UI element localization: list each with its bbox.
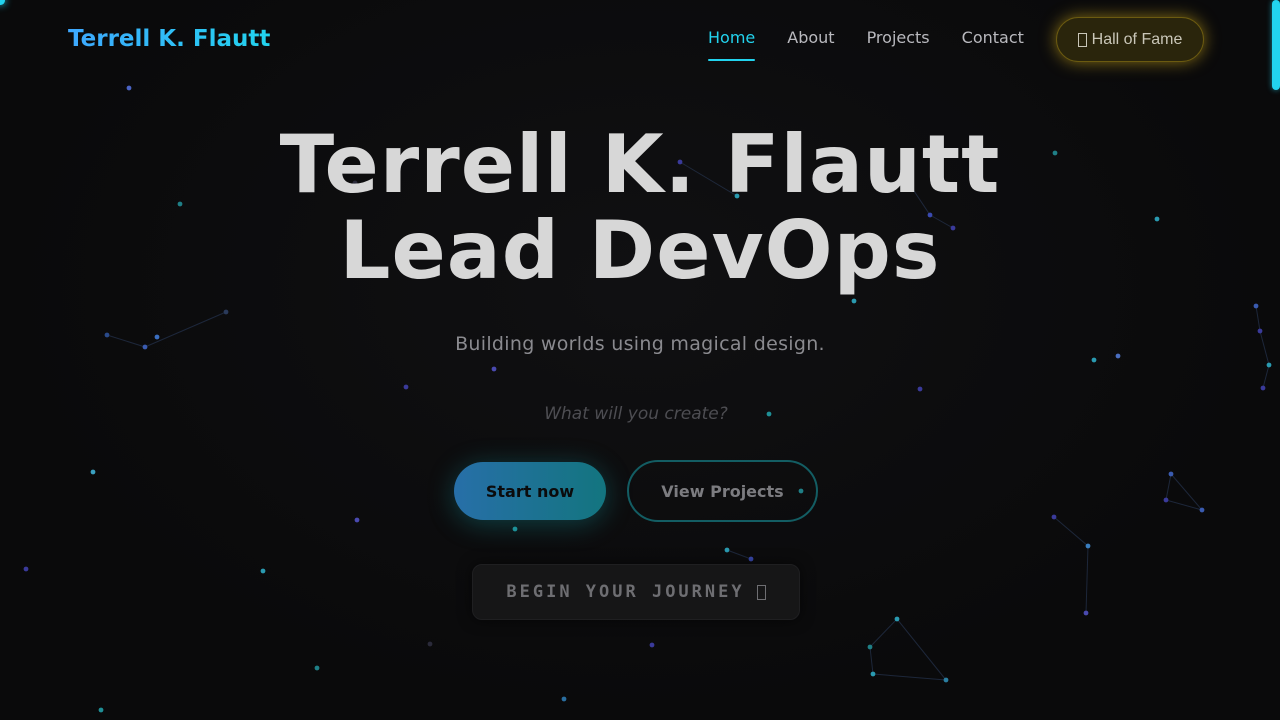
particle-dot — [491, 366, 497, 372]
particle-dot — [748, 556, 754, 562]
hero-title: Terrell K. Flautt Lead DevOps — [0, 122, 1280, 294]
particle-dot — [403, 384, 409, 390]
particle-dot — [90, 469, 96, 475]
particle-dot — [870, 671, 876, 677]
particle-dot — [1091, 357, 1097, 363]
particle-dot — [126, 85, 132, 91]
particle-dot — [1163, 497, 1169, 503]
nav-link-about[interactable]: About — [787, 28, 834, 48]
particle-dot — [1266, 362, 1272, 368]
hero-title-name: Terrell K. Flautt — [279, 118, 1001, 211]
particle-dot — [23, 566, 29, 572]
particle-link — [1165, 473, 1172, 501]
particle-dot — [894, 616, 900, 622]
sparkle-icon — [756, 584, 766, 600]
particle-dot — [649, 642, 655, 648]
hero-tagline: Building worlds using magical design. — [455, 333, 825, 355]
particle-link — [1053, 516, 1089, 547]
nav-link-projects[interactable]: Projects — [867, 28, 930, 48]
particle-dot — [314, 665, 320, 671]
particle-link — [1170, 473, 1203, 511]
particle-dot — [223, 309, 229, 315]
trophy-icon — [1077, 32, 1087, 47]
hero-title-role: Lead DevOps — [339, 204, 941, 297]
nav-link-home[interactable]: Home — [708, 28, 756, 61]
brand-logo[interactable]: Terrell K. Flautt — [68, 26, 270, 52]
view-projects-button[interactable]: View Projects — [627, 460, 818, 522]
scroll-progress-indicator[interactable] — [1272, 0, 1280, 90]
particle-link — [726, 549, 752, 560]
nav-link-contact[interactable]: Contact — [962, 28, 1024, 48]
particle-link — [869, 618, 898, 648]
particle-dot — [1085, 543, 1091, 549]
particle-link — [1165, 499, 1203, 511]
particle-link — [869, 646, 874, 675]
begin-journey-label: BEGIN YOUR JOURNEY — [506, 582, 745, 602]
particle-dot — [1199, 507, 1205, 513]
particle-dot — [1260, 385, 1266, 391]
particle-dot — [851, 298, 857, 304]
particle-dot — [1083, 610, 1089, 616]
particle-dot — [260, 568, 266, 574]
particle-dot — [1168, 471, 1174, 477]
particle-link — [1262, 364, 1270, 389]
particle-link — [896, 618, 947, 681]
main-nav: Home About Projects Contact — [708, 28, 1056, 61]
particle-link — [1085, 545, 1089, 614]
hall-of-fame-label: Hall of Fame — [1091, 30, 1183, 48]
particle-dot — [354, 517, 360, 523]
particle-dot — [867, 644, 873, 650]
start-now-button[interactable]: Start now — [454, 462, 606, 520]
page: Terrell K. Flautt Home About Projects Co… — [0, 0, 1280, 720]
particle-dot — [561, 696, 567, 702]
particle-dot — [512, 526, 518, 532]
particle-dot — [1051, 514, 1057, 520]
hall-of-fame-button[interactable]: Hall of Fame — [1056, 17, 1204, 62]
particle-dot — [917, 386, 923, 392]
particle-link — [872, 673, 947, 681]
hero-prompt: What will you create? — [544, 404, 728, 424]
particle-dot — [724, 547, 730, 553]
particle-dot — [943, 677, 949, 683]
particle-dot — [1253, 303, 1259, 309]
particle-dot — [427, 641, 433, 647]
begin-journey-button[interactable]: BEGIN YOUR JOURNEY — [472, 564, 800, 620]
particle-dot — [98, 707, 104, 713]
particle-link — [1255, 305, 1261, 332]
